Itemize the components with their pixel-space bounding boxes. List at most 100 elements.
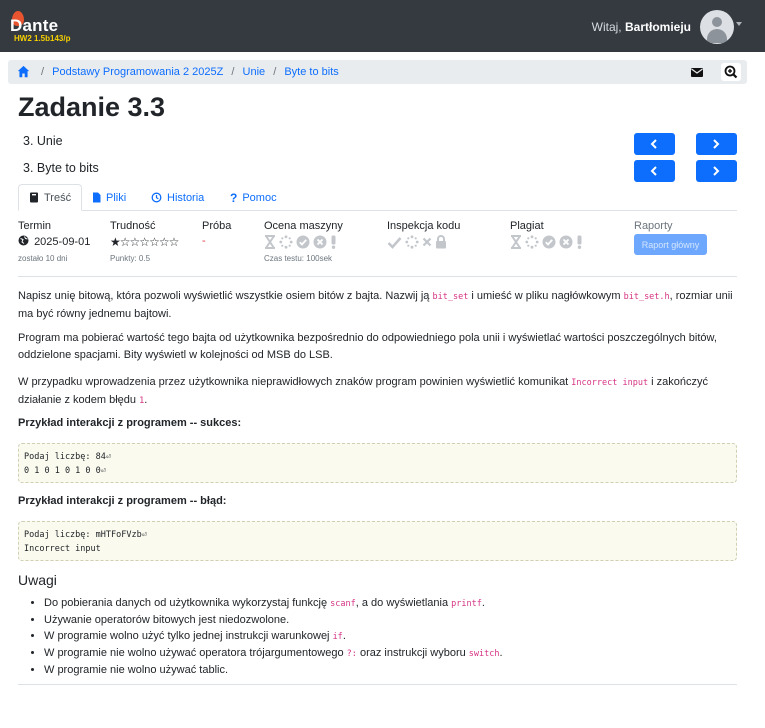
- avatar[interactable]: [700, 10, 734, 44]
- tab-label: Treść: [44, 191, 72, 204]
- text-segment: W przypadku wprowadzenia przez użytkowni…: [18, 376, 572, 388]
- text-segment: .: [144, 394, 148, 406]
- notes-list: Do pobierania danych od użytkownika wyko…: [18, 595, 737, 678]
- breadcrumb-course[interactable]: Podstawy Programowania 2 2025Z: [52, 66, 223, 78]
- prev-chapter-button[interactable]: [634, 133, 675, 155]
- spinner-icon: [525, 235, 539, 249]
- reports-label: Raporty: [634, 220, 673, 232]
- star-filled-icon: ★: [110, 235, 121, 249]
- x-circle-icon: [559, 235, 573, 249]
- list-item: Do pobierania danych od użytkownika wyko…: [44, 595, 737, 612]
- example-error-heading: Przykład interakcji z programem -- błąd:: [18, 495, 227, 507]
- home-icon[interactable]: [17, 65, 30, 78]
- plagiarism-icons: [510, 234, 583, 250]
- chevron-right-icon: [713, 166, 720, 176]
- text-segment: Napisz unię bitową, która pozwoli wyświe…: [18, 290, 433, 302]
- notes-heading: Uwagi: [18, 572, 57, 588]
- breadcrumb-task[interactable]: Byte to bits: [284, 66, 338, 78]
- avatar-head: [712, 17, 722, 27]
- avatar-body: [707, 29, 727, 43]
- breadcrumb-links: / Podstawy Programowania 2 2025Z / Unie …: [36, 66, 339, 78]
- text-segment: oraz instrukcji wyboru: [356, 647, 469, 659]
- star-empty-icon: ☆: [129, 235, 141, 249]
- check-circle-icon: [542, 235, 556, 249]
- list-item: W programie nie wolno używać tablic.: [44, 662, 737, 678]
- inline-code: printf: [451, 599, 482, 609]
- question-icon: ?: [230, 190, 238, 205]
- divider: [18, 684, 737, 685]
- inline-code: Incorrect input: [571, 378, 649, 388]
- text-segment: Do pobierania danych od użytkownika wyko…: [44, 597, 331, 609]
- tab-pomoc[interactable]: ? Pomoc: [220, 184, 287, 211]
- tab-label: Historia: [167, 191, 205, 204]
- welcome-text: Witaj, Bartłomieju: [592, 20, 691, 34]
- code-line: Incorrect input: [24, 544, 101, 554]
- inline-code: bit_set: [432, 292, 469, 302]
- text-segment: .: [481, 597, 485, 609]
- zoom-button[interactable]: [721, 63, 741, 81]
- divider: [18, 276, 737, 277]
- top-navbar: Dante HW2 1.5b143/p Witaj, Bartłomieju: [0, 0, 765, 52]
- book-icon: [30, 192, 38, 203]
- prev-task-button[interactable]: [634, 160, 675, 182]
- page-title: Zadanie 3.3: [18, 92, 166, 122]
- tab-label: Pliki: [106, 191, 127, 204]
- brand-version: HW2 1.5b143/p: [14, 34, 71, 43]
- example-success-heading: Przykład interakcji z programem -- sukce…: [18, 417, 242, 429]
- chevron-down-icon[interactable]: [736, 22, 742, 26]
- machine-grade-icons: [264, 234, 337, 250]
- tab-tresc[interactable]: Treść: [18, 184, 83, 211]
- x-icon: [422, 237, 432, 247]
- check-circle-icon: [296, 235, 310, 249]
- lock-icon: [436, 235, 446, 249]
- tab-pliki[interactable]: Pliki: [82, 184, 136, 211]
- main-report-button[interactable]: Raport główny: [634, 234, 707, 255]
- list-item: W programie wolno użyć tylko jednej inst…: [44, 628, 737, 645]
- zoom-in-icon: [724, 65, 738, 79]
- exclamation-icon: [577, 235, 582, 249]
- hourglass-icon: [511, 235, 521, 249]
- difficulty-label: Trudność: [110, 220, 156, 232]
- tab-label: Pomoc: [242, 191, 277, 204]
- list-item: W programie nie wolno używać operatora t…: [44, 645, 737, 662]
- subtask-heading: 3. Byte to bits: [23, 161, 99, 175]
- text-segment: .: [499, 647, 503, 659]
- code-inspection-icons: [387, 234, 447, 250]
- inline-code: scanf: [330, 599, 356, 609]
- inline-code: bit_set.h: [623, 292, 670, 302]
- tab-historia[interactable]: Historia: [141, 184, 214, 211]
- deadline-remaining: zostało 10 dni: [18, 254, 68, 263]
- globe-icon: [18, 235, 29, 246]
- file-icon: [93, 192, 101, 203]
- check-icon: [387, 236, 402, 249]
- breadcrumb-separator: /: [273, 66, 277, 78]
- message-button[interactable]: [687, 63, 707, 81]
- chapter-heading: 3. Unie: [23, 134, 63, 148]
- x-circle-icon: [313, 235, 327, 249]
- deadline-date: 2025-09-01: [34, 236, 91, 248]
- hourglass-icon: [265, 235, 275, 249]
- star-empty-icon: ☆: [158, 235, 170, 249]
- text-segment: i umieść w pliku nagłówkowym: [468, 290, 624, 302]
- star-empty-icon: ☆: [139, 235, 150, 249]
- next-chapter-button[interactable]: [696, 133, 737, 155]
- difficulty-points: Punkty: 0.5: [110, 254, 151, 263]
- chevron-left-icon: [650, 166, 657, 176]
- brand-name: Dante: [10, 16, 59, 35]
- deadline-label: Termin: [18, 220, 52, 232]
- code-inspection-label: Inspekcja kodu: [387, 220, 461, 232]
- breadcrumb: / Podstawy Programowania 2 2025Z / Unie …: [8, 60, 747, 84]
- inline-code: switch: [468, 649, 500, 659]
- next-task-button[interactable]: [696, 160, 737, 182]
- example-error-block: Podaj liczbę: mHTFoFVzb⏎ Incorrect input: [18, 521, 737, 561]
- example-success-block: Podaj liczbę: 84⏎ 0 1 0 1 0 1 0 0⏎: [18, 443, 737, 483]
- star-empty-icon: ☆: [119, 235, 131, 249]
- breadcrumb-separator: /: [231, 66, 235, 78]
- breadcrumb-separator: /: [41, 66, 45, 78]
- list-item: Używanie operatorów bitowych jest niedoz…: [44, 612, 737, 628]
- attempt-value: -: [202, 235, 206, 247]
- star-empty-icon: ☆: [168, 235, 180, 249]
- deadline-value: 2025-09-01: [18, 235, 90, 248]
- breadcrumb-chapter[interactable]: Unie: [243, 66, 266, 78]
- machine-grade-label: Ocena maszyny: [264, 220, 343, 232]
